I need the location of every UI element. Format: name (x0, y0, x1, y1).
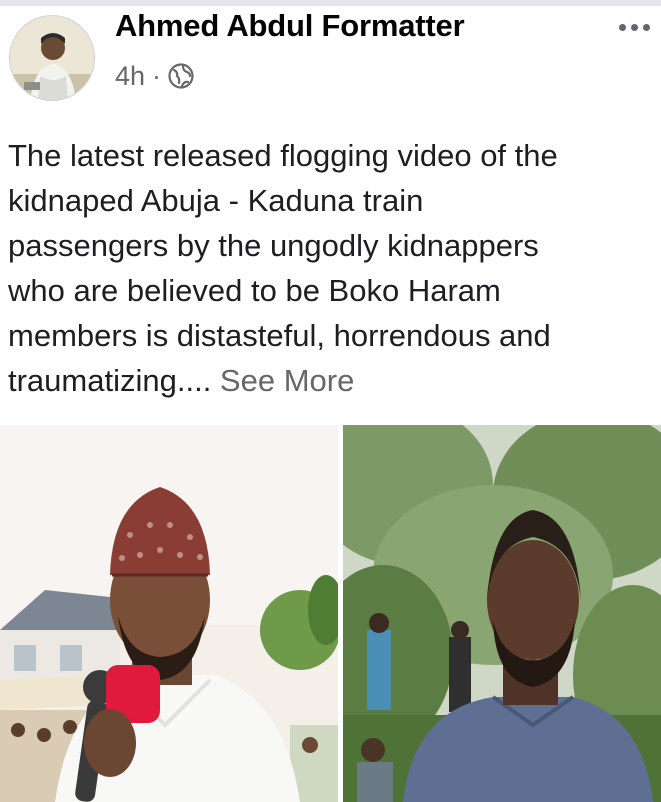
photo-man-with-microphone[interactable] (0, 425, 338, 802)
post-header: Ahmed Abdul Formatter 4h · (0, 6, 661, 102)
post-body-text: The latest released flogging video of th… (8, 138, 558, 398)
photo-grid (0, 425, 661, 802)
post-meta: 4h · (115, 60, 194, 92)
avatar[interactable] (9, 15, 95, 101)
more-options-button[interactable] (612, 14, 656, 40)
more-dot (642, 23, 650, 31)
globe-icon[interactable] (168, 63, 194, 89)
post-body: The latest released flogging video of th… (8, 133, 658, 403)
author-name[interactable]: Ahmed Abdul Formatter (115, 8, 465, 44)
more-dot (630, 23, 638, 31)
meta-separator: · (152, 60, 162, 91)
see-more-link[interactable]: See More (220, 363, 354, 398)
more-horizontal-icon (618, 23, 626, 31)
photo-bearded-man-outdoors[interactable] (343, 425, 661, 802)
post-timestamp[interactable]: 4h (115, 61, 145, 92)
